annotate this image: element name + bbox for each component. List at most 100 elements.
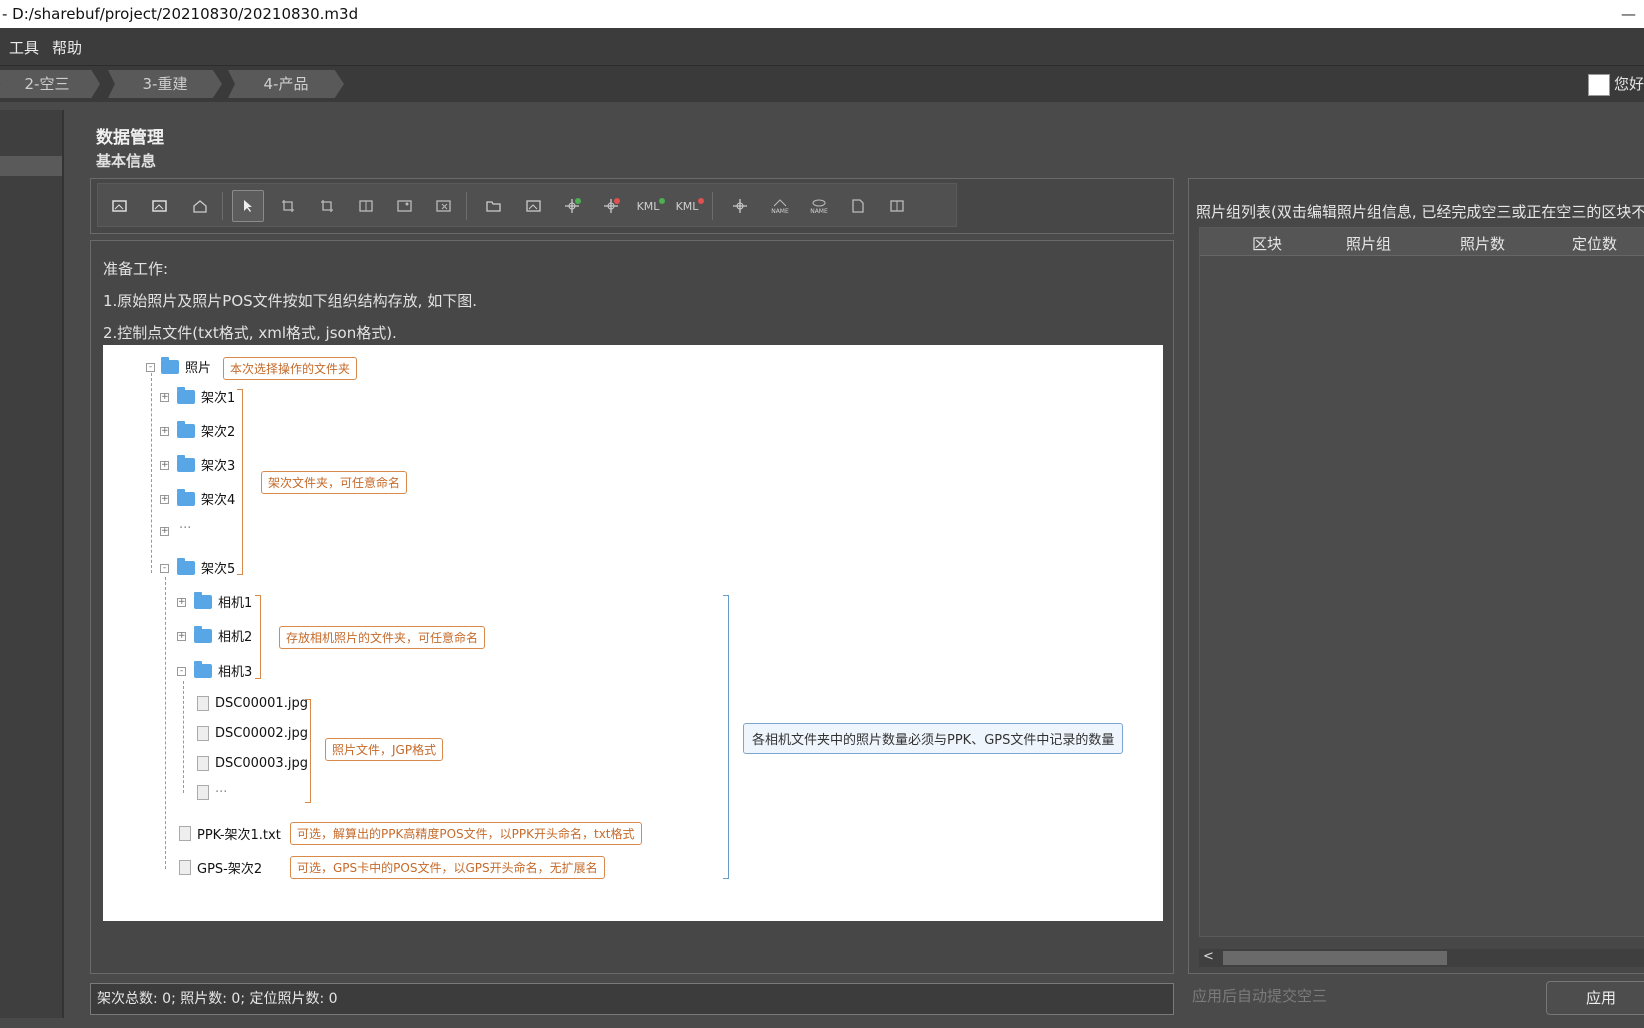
gps-label: 可选，GPS卡中的POS文件，以GPS开头命名，无扩展名 [290, 856, 605, 879]
flip-alt-icon[interactable] [881, 190, 913, 222]
column-header-photo-group[interactable]: 照片组 [1346, 233, 1391, 254]
folder-icon [194, 625, 212, 643]
collapse-icon: - [146, 363, 155, 372]
photos-label: 照片文件，JGP格式 [325, 738, 444, 761]
scrollbar-thumb[interactable] [1223, 951, 1447, 965]
add-control-point-icon[interactable] [557, 190, 589, 222]
ppk-label: 可选，解算出的PPK高精度POS文件，以PPK开头命名，txt格式 [290, 822, 642, 845]
document-icon[interactable] [842, 190, 874, 222]
menu-item-tools[interactable]: 工具 [9, 37, 39, 58]
remove-control-point-icon[interactable] [596, 190, 628, 222]
column-header-block[interactable]: 区块 [1252, 233, 1282, 254]
horizontal-scrollbar[interactable]: < [1199, 949, 1644, 967]
photos-bracket [305, 699, 311, 803]
tree-flight-1: 架次1 [177, 386, 235, 406]
avatar [1587, 73, 1610, 96]
file-icon [179, 860, 191, 875]
file-icon [197, 785, 209, 800]
step-reconstruction[interactable]: 3-重建 [108, 70, 222, 98]
home-icon[interactable] [184, 190, 216, 222]
flights-label: 架次文件夹，可任意命名 [261, 471, 408, 494]
root-label: 本次选择操作的文件夹 [223, 357, 358, 380]
step-aerial-triangulation[interactable]: 2-空三 [0, 70, 100, 98]
chevron-left-icon[interactable]: < [1203, 949, 1214, 964]
target-icon[interactable] [724, 190, 756, 222]
tree-flight-3: 架次3 [177, 454, 235, 474]
window-title-bar: - D:/sharebuf/project/20210830/20210830.… [0, 0, 1644, 28]
user-greeting: 您好 [1613, 75, 1644, 93]
note-label: 各相机文件夹中的照片数量必须与PPK、GPS文件中记录的数量 [743, 723, 1124, 754]
tree-line [183, 681, 184, 793]
tree-line [165, 577, 166, 869]
tree-ppk-file: PPK-架次1.txt [179, 824, 281, 843]
image-delete-icon[interactable] [428, 190, 460, 222]
file-icon [197, 726, 209, 741]
image-icon[interactable] [389, 190, 421, 222]
tree-camera-3: 相机3 [194, 660, 252, 680]
collapse-icon: - [160, 564, 169, 573]
add-image-icon[interactable] [144, 190, 176, 222]
folder-structure-diagram: - 照片 本次选择操作的文件夹 + 架次1 + 架次2 + 架次3 + 架次4 … [103, 345, 1163, 921]
toolbar-separator [222, 192, 223, 220]
name-satellite-icon[interactable]: NAME [764, 190, 796, 222]
toolbar-separator [466, 192, 467, 220]
kml-remove-icon[interactable]: KML [674, 190, 706, 222]
tree-gps-file: GPS-架次2 [179, 858, 262, 877]
section-title: 基本信息 [96, 152, 157, 170]
name-eye-icon[interactable]: NAME [803, 190, 835, 222]
tree-line [151, 373, 152, 573]
select-icon[interactable] [232, 190, 264, 222]
flights-bracket [237, 389, 243, 575]
workflow-step-bar: 2-空三 3-重建 4-产品 您好 [0, 66, 1644, 102]
kml-add-icon[interactable]: KML [635, 190, 667, 222]
folder-icon [177, 420, 195, 438]
folder-icon [194, 591, 212, 609]
folder-icon [177, 386, 195, 404]
sidebar-selected-item[interactable] [0, 156, 62, 176]
tree-camera-2: 相机2 [194, 625, 252, 645]
tree-photo-more: ··· [197, 785, 227, 800]
tree-camera-1: 相机1 [194, 591, 252, 611]
toolbar-separator [712, 192, 713, 220]
tree-root: 照片 [161, 356, 211, 376]
column-header-position-count[interactable]: 定位数 [1572, 233, 1617, 254]
tree-photo-1: DSC00001.jpg [197, 696, 308, 711]
column-header-photo-count[interactable]: 照片数 [1460, 233, 1505, 254]
expand-icon: + [160, 494, 169, 504]
file-icon [179, 826, 191, 841]
minimize-button[interactable]: — [1621, 0, 1636, 28]
folder-icon [177, 454, 195, 472]
picture-icon[interactable] [518, 190, 550, 222]
expand-icon: + [177, 597, 186, 607]
menu-bar: 工具 帮助 [0, 28, 1644, 66]
apply-button[interactable]: 应用 [1546, 981, 1644, 1015]
open-folder-icon[interactable] [478, 190, 510, 222]
file-icon [197, 756, 209, 771]
note-bracket [723, 595, 729, 879]
tree-flight-more: ··· [179, 521, 192, 536]
menu-item-help[interactable]: 帮助 [52, 37, 82, 58]
tree-flight-5: 架次5 [177, 557, 235, 577]
left-sidebar [0, 110, 64, 1018]
tree-flight-4: 架次4 [177, 488, 235, 508]
expand-icon: + [160, 526, 169, 536]
tree-photo-2: DSC00002.jpg [197, 726, 308, 741]
user-menu[interactable]: 您好 [1587, 70, 1644, 98]
step-products[interactable]: 4-产品 [228, 70, 344, 98]
flip-icon[interactable] [350, 190, 382, 222]
photo-group-table[interactable]: 区块 照片组 照片数 定位数 [1199, 227, 1644, 937]
status-bar: 架次总数: 0; 照片数: 0; 定位照片数: 0 [90, 983, 1174, 1015]
expand-icon: + [160, 392, 169, 402]
auto-submit-checkbox[interactable]: 应用后自动提交空三 [1192, 985, 1327, 1006]
expand-icon: + [160, 460, 169, 470]
preparation-instructions: 准备工作: 1.原始照片及照片POS文件按如下组织结构存放, 如下图. 2.控制… [103, 253, 477, 349]
folder-icon [194, 660, 212, 678]
import-image-icon[interactable] [104, 190, 136, 222]
prep-heading: 准备工作: [103, 260, 169, 278]
expand-icon: + [160, 426, 169, 436]
file-icon [197, 696, 209, 711]
tree-flight-2: 架次2 [177, 420, 235, 440]
crop-icon[interactable] [272, 190, 304, 222]
content-panel: 准备工作: 1.原始照片及照片POS文件按如下组织结构存放, 如下图. 2.控制… [90, 240, 1174, 974]
crop-alt-icon[interactable] [311, 190, 343, 222]
